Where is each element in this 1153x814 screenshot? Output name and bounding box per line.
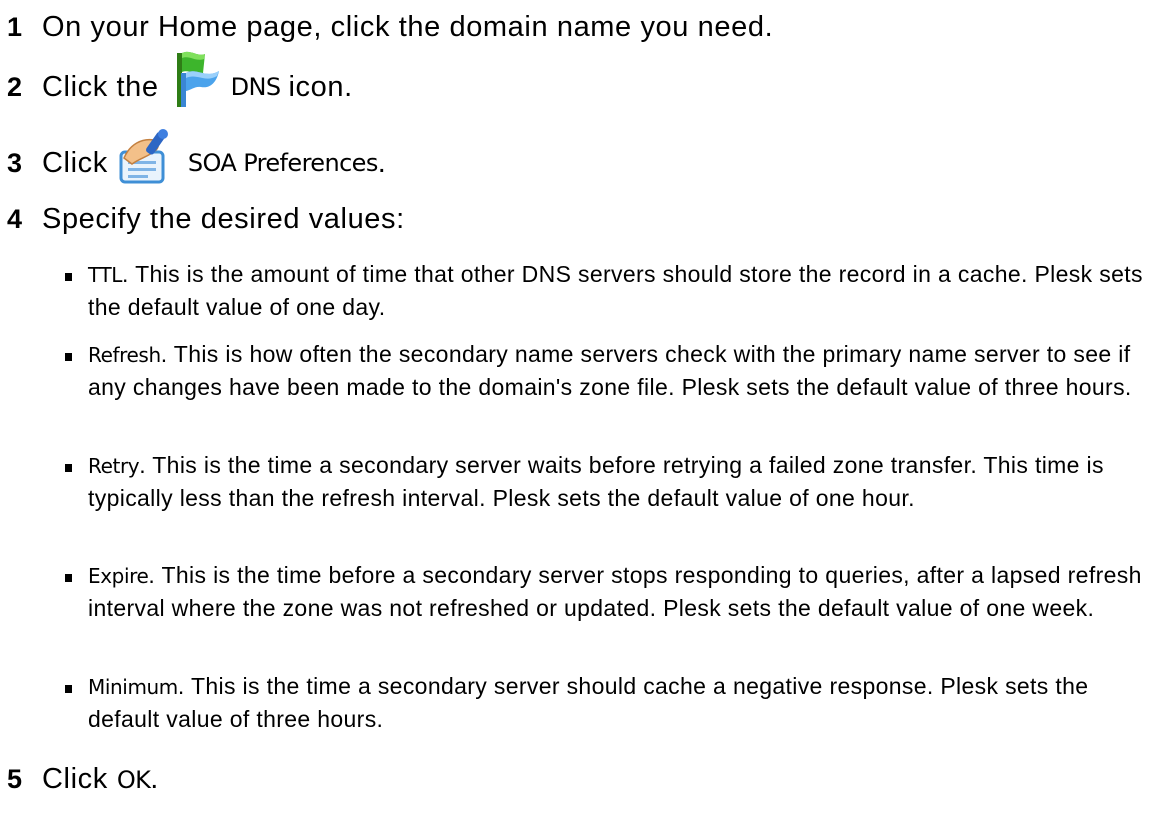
setting-term: Refresh [88,343,161,367]
setting-description: . This is how often the secondary name s… [88,341,1132,400]
bullet-icon [65,273,72,281]
step-text-after: . [377,146,387,179]
step-text: Click [42,146,108,179]
step-number: 4 [7,204,23,234]
dns-label: DNS [230,73,281,101]
soa-preferences-icon [118,128,176,191]
step-text: On your Home page, click the domain name… [42,11,774,43]
step-5: 5 Click OK . [0,765,159,794]
bullet-icon [65,353,72,361]
step-number: 3 [7,147,23,178]
setting-term: Retry [88,454,140,478]
setting-description: . This is the time a secondary server sh… [88,673,1089,732]
bullet-icon [65,685,72,693]
setting-term: TTL [88,263,123,287]
step-text: Click the [42,70,159,103]
step-number: 5 [7,764,23,794]
setting-description: . This is the amount of time that other … [88,261,1143,320]
setting-term: Expire [88,564,149,588]
step-number: 1 [7,12,23,42]
ok-label: OK [116,765,151,794]
step-4: 4 Specify the desired values: [0,205,405,234]
bullet-icon [65,464,72,472]
soa-preferences-label: SOA Preferences [187,149,379,177]
dns-flags-icon [173,49,233,116]
step-2: 2 Click the DNS icon. [0,49,353,122]
setting-description: . This is the time before a secondary se… [88,562,1142,621]
step-text-after: icon. [288,70,353,103]
setting-term: Minimum [88,675,178,699]
step-text: Click [42,763,108,795]
bullet-icon [65,574,72,582]
setting-description: . This is the time a secondary server wa… [88,452,1104,511]
step-3: 3 Click SOA Preferences . [0,128,387,194]
step-text-after: . [150,763,159,795]
step-1: 1 On your Home page, click the domain na… [0,13,773,42]
step-text: Specify the desired values: [42,203,405,235]
step-number: 2 [7,71,23,102]
